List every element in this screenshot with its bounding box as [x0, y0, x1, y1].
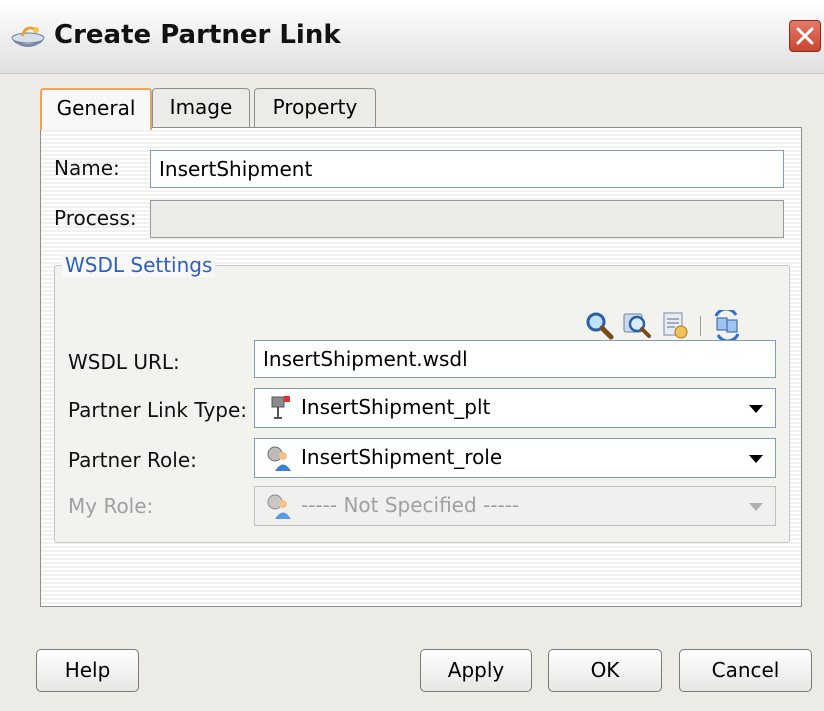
apply-button[interactable]: Apply: [420, 649, 532, 692]
search-icon[interactable]: [584, 310, 614, 340]
help-button[interactable]: Help: [36, 649, 139, 692]
chevron-down-icon: [749, 455, 763, 463]
cancel-button[interactable]: Cancel: [679, 649, 812, 692]
toolbar-separator: [700, 316, 701, 336]
role-icon: [267, 446, 291, 471]
wsdl-url-label-text: WSDL URL:: [68, 350, 180, 374]
window-title: Create Partner Link: [54, 20, 341, 50]
close-icon: [796, 27, 814, 45]
title-bar: Create Partner Link: [0, 0, 824, 74]
role-icon: [267, 494, 291, 519]
process-field: [150, 200, 784, 238]
browse-services-icon[interactable]: [622, 310, 652, 340]
name-label: Name:: [54, 156, 120, 180]
ok-button[interactable]: OK: [548, 649, 662, 692]
my-role-label: My Role:: [68, 494, 154, 518]
refresh-icon[interactable]: [712, 310, 742, 340]
wsdl-url-label: WSDL URL:: [68, 350, 180, 374]
tab-property[interactable]: Property: [254, 88, 376, 128]
link-type-icon: [271, 396, 290, 419]
chevron-down-icon: [749, 405, 763, 413]
name-field[interactable]: InsertShipment: [150, 150, 784, 188]
my-role-select: ----- Not Specified -----: [254, 486, 776, 526]
process-label: Process:: [54, 206, 137, 230]
close-button[interactable]: [789, 20, 821, 52]
partner-link-icon: [11, 26, 45, 47]
chevron-down-icon: [749, 503, 763, 511]
tab-image[interactable]: Image: [152, 88, 250, 128]
partner-role-select[interactable]: InsertShipment_role: [254, 438, 776, 478]
partner-link-type-label: Partner Link Type:: [68, 398, 248, 422]
service-explorer-icon[interactable]: [660, 310, 690, 340]
wsdl-url-field[interactable]: InsertShipment.wsdl: [254, 340, 776, 378]
wsdl-settings-label: WSDL Settings: [62, 253, 216, 277]
partner-link-type-select[interactable]: InsertShipment_plt: [254, 388, 776, 428]
tab-general[interactable]: General: [40, 88, 152, 130]
partner-role-label: Partner Role:: [68, 448, 197, 472]
